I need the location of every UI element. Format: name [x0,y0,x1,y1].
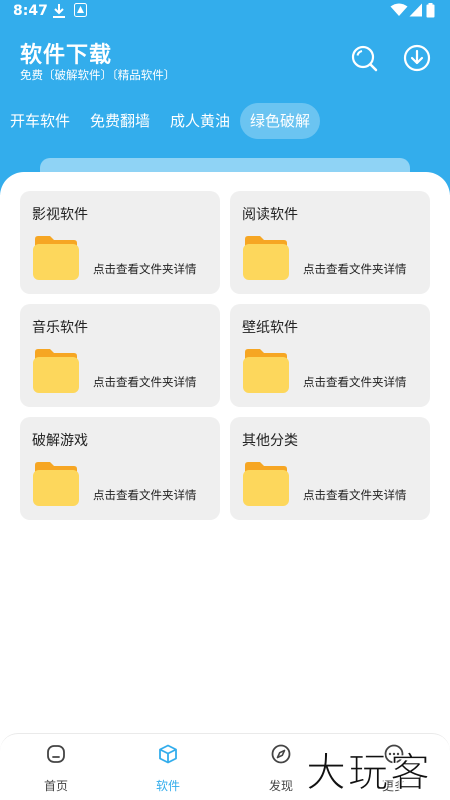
card-hint: 点击查看文件夹详情 [93,262,197,276]
tab-lvse-pojie[interactable]: 绿色破解 [240,103,320,139]
watermark-text: 大玩客 [306,750,432,796]
folder-icon [243,349,289,393]
cube-icon [159,744,177,764]
nav-home[interactable]: 首页 [0,734,112,800]
page-subtitle: 免费〔破解软件〕〔精品软件〕 [20,68,176,82]
notification-status-icon [74,3,87,17]
download-status-icon [53,4,65,18]
battery-icon [426,3,435,18]
wifi-icon [390,3,408,16]
app-header: 8:47 软件下载 免费〔破解软件〕〔精品软件〕 开车软件 免费翻墙 成人黄油 … [0,0,450,195]
card-hint: 点击查看文件夹详情 [303,262,407,276]
card-hint: 点击查看文件夹详情 [93,375,197,389]
card-title: 壁纸软件 [242,320,298,336]
tab-kaiche[interactable]: 开车软件 [0,103,80,139]
page-title: 软件下载 [20,43,113,68]
folder-icon [33,462,79,506]
watermark-logo: 大玩客 [305,749,432,796]
category-card[interactable]: 影视软件 点击查看文件夹详情 [20,191,220,294]
category-card[interactable]: 破解游戏 点击查看文件夹详情 [20,417,220,520]
tab-fanqiang[interactable]: 免费翻墙 [80,103,160,139]
card-hint: 点击查看文件夹详情 [303,488,407,502]
card-hint: 点击查看文件夹详情 [93,488,197,502]
nav-label: 软件 [155,779,180,793]
category-card[interactable]: 其他分类 点击查看文件夹详情 [230,417,430,520]
category-card[interactable]: 音乐软件 点击查看文件夹详情 [20,304,220,407]
compass-icon [271,744,291,764]
folder-icon [243,462,289,506]
category-card[interactable]: 壁纸软件 点击查看文件夹详情 [230,304,430,407]
download-icon[interactable] [403,44,431,72]
card-title: 其他分类 [242,433,298,449]
card-title: 影视软件 [32,207,88,223]
category-tabs: 开车软件 免费翻墙 成人黄油 绿色破解 [0,103,450,139]
folder-icon [33,236,79,280]
tab-chengren[interactable]: 成人黄油 [160,103,240,139]
card-title: 破解游戏 [32,433,88,449]
card-hint: 点击查看文件夹详情 [303,375,407,389]
folder-icon [243,236,289,280]
home-icon [47,745,65,763]
status-bar: 8:47 [0,0,450,24]
content-panel: 影视软件 点击查看文件夹详情 阅读软件 点击查看文件夹详情 音乐软件 点击查看文… [0,172,450,732]
nav-software[interactable]: 软件 [112,734,224,800]
card-title: 音乐软件 [32,320,88,336]
folder-icon [33,349,79,393]
category-card[interactable]: 阅读软件 点击查看文件夹详情 [230,191,430,294]
signal-icon [409,3,422,17]
status-time: 8:47 [13,3,48,19]
card-title: 阅读软件 [242,207,298,223]
search-icon[interactable] [350,44,378,72]
nav-label: 首页 [43,779,68,793]
